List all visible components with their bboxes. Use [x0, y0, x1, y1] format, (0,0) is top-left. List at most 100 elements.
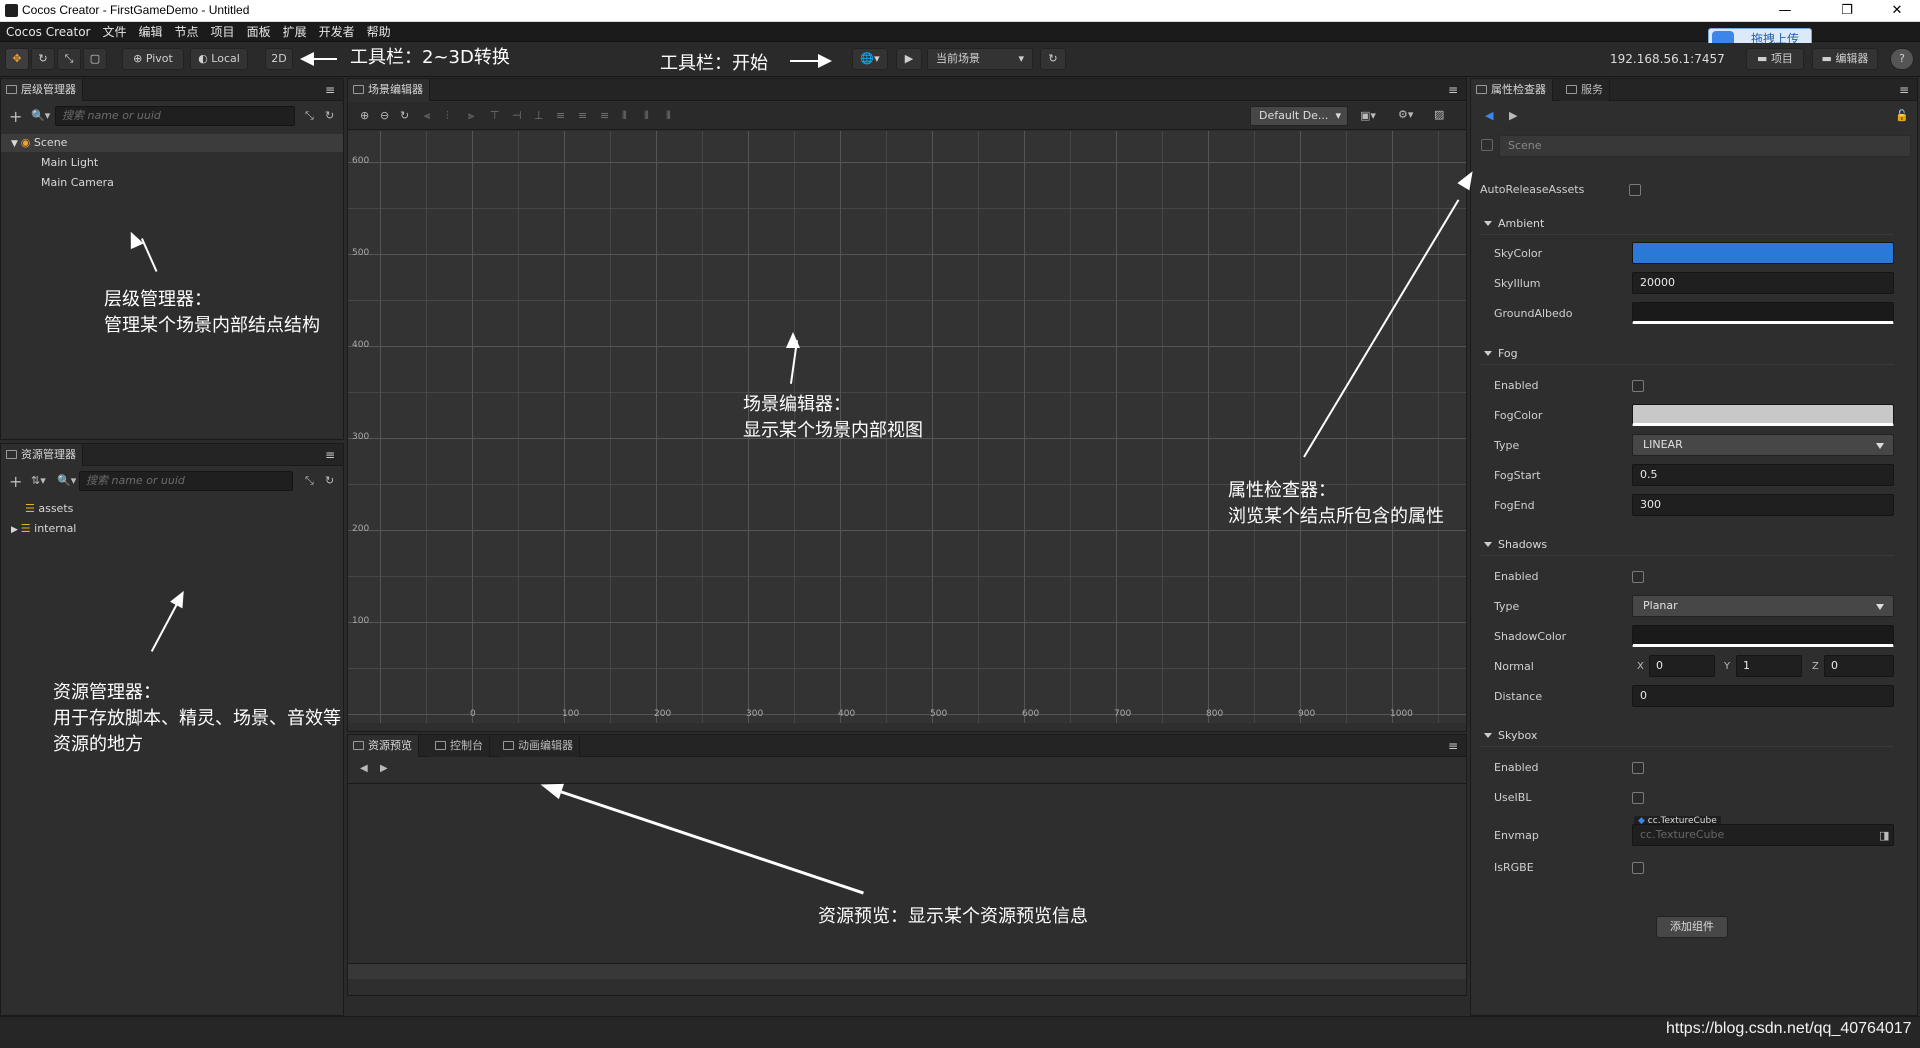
align-left-icon[interactable]: ⫷: [424, 109, 430, 123]
forward-arrow-icon[interactable]: ▶: [1509, 109, 1517, 122]
tab-scene-editor[interactable]: 场景编辑器: [348, 79, 430, 101]
menu-extension[interactable]: 扩展: [277, 22, 313, 42]
tab-services[interactable]: 服务: [1561, 79, 1610, 101]
distribute-bottom-icon[interactable]: ≡: [600, 109, 609, 122]
hamburger-menu-icon[interactable]: ≡: [1448, 83, 1458, 97]
distribute-top-icon[interactable]: ≡: [556, 109, 565, 122]
hamburger-menu-icon[interactable]: ≡: [325, 83, 335, 97]
open-editor-button[interactable]: ▬ 编辑器: [1812, 48, 1878, 70]
section-shadows[interactable]: Shadows: [1484, 538, 1547, 551]
ground-albedo-swatch[interactable]: [1632, 302, 1894, 324]
menu-developer[interactable]: 开发者: [313, 22, 361, 42]
collapse-all-icon[interactable]: ⤡: [305, 474, 314, 488]
fog-start-input[interactable]: 0.5: [1632, 464, 1894, 486]
scale-tool-button[interactable]: ⤡: [57, 48, 81, 70]
close-icon[interactable]: ✕: [1874, 1, 1920, 21]
tab-asset-preview[interactable]: 资源预览: [348, 735, 419, 757]
camera-select[interactable]: Default De... ▾: [1250, 106, 1348, 126]
distribute-center-icon[interactable]: ⦀: [644, 109, 649, 123]
refresh-icon[interactable]: ↻: [325, 109, 334, 122]
mode-2d-button[interactable]: 2D: [265, 48, 293, 70]
distribute-middle-icon[interactable]: ≡: [578, 109, 587, 122]
tree-item-main-light[interactable]: Main Light: [41, 154, 98, 172]
envmap-input[interactable]: cc.TextureCube: [1632, 824, 1894, 846]
add-component-button[interactable]: 添加组件: [1656, 916, 1728, 938]
fog-enabled-checkbox[interactable]: [1632, 380, 1644, 392]
normal-x-input[interactable]: 0: [1649, 655, 1715, 677]
rect-tool-button[interactable]: ▢: [83, 48, 107, 70]
menu-cocos-creator[interactable]: Cocos Creator: [0, 22, 97, 42]
back-arrow-icon[interactable]: ◀: [360, 763, 368, 774]
play-button[interactable]: ▶: [896, 48, 922, 70]
maximize-icon[interactable]: ❐: [1824, 1, 1870, 21]
sort-icon[interactable]: ⇅▾: [31, 474, 46, 487]
sky-color-swatch[interactable]: [1632, 242, 1894, 264]
forward-arrow-icon[interactable]: ▶: [380, 763, 388, 774]
use-ibl-checkbox[interactable]: [1632, 792, 1644, 804]
refresh-icon[interactable]: ↻: [325, 474, 334, 487]
back-arrow-icon[interactable]: ◀: [1485, 109, 1493, 122]
tab-assets[interactable]: 资源管理器: [1, 444, 83, 466]
hamburger-menu-icon[interactable]: ≡: [325, 448, 335, 462]
hamburger-menu-icon[interactable]: ≡: [1448, 739, 1458, 753]
section-fog[interactable]: Fog: [1484, 347, 1518, 360]
skybox-enabled-checkbox[interactable]: [1632, 762, 1644, 774]
search-filter-icon[interactable]: 🔍▾: [57, 474, 76, 487]
local-button[interactable]: ◐ Local: [190, 48, 248, 70]
menu-edit[interactable]: 编辑: [133, 22, 169, 42]
refresh-button[interactable]: ↻: [1040, 48, 1066, 70]
fog-type-select[interactable]: LINEAR: [1632, 434, 1894, 456]
distribute-right-icon[interactable]: ⦀: [666, 109, 671, 123]
lock-icon[interactable]: 🔓: [1895, 109, 1909, 122]
pivot-button[interactable]: ⊕ Pivot: [122, 48, 184, 70]
tree-item-scene[interactable]: ▼ ◉ Scene: [1, 134, 343, 152]
tab-console[interactable]: 控制台: [430, 735, 490, 757]
asset-picker-icon[interactable]: ◨: [1879, 829, 1889, 842]
tab-hierarchy[interactable]: 层级管理器: [1, 79, 83, 101]
menu-panel[interactable]: 面板: [241, 22, 277, 42]
tree-item-assets[interactable]: ☰ assets: [25, 500, 73, 518]
menu-help[interactable]: 帮助: [361, 22, 397, 42]
collapse-all-icon[interactable]: ⤡: [305, 109, 314, 123]
gizmo-settings-icon[interactable]: ▣▾: [1360, 109, 1376, 122]
section-skybox[interactable]: Skybox: [1484, 729, 1537, 742]
reset-view-icon[interactable]: ↻: [400, 109, 409, 122]
settings-gear-icon[interactable]: ⚙▾: [1398, 108, 1413, 121]
platform-select-button[interactable]: 🌐▾: [852, 48, 888, 70]
align-top-icon[interactable]: ⊤: [490, 109, 500, 122]
assets-search-input[interactable]: 搜索 name or uuid: [79, 471, 293, 491]
fog-end-input[interactable]: 300: [1632, 494, 1894, 516]
tree-item-internal[interactable]: ▶ ☰ internal: [11, 520, 76, 538]
align-right-icon[interactable]: ⫸: [468, 109, 474, 123]
shadow-color-swatch[interactable]: [1632, 625, 1894, 647]
menu-node[interactable]: 节点: [169, 22, 205, 42]
minimize-icon[interactable]: —: [1762, 1, 1808, 21]
menu-file[interactable]: 文件: [97, 22, 133, 42]
fog-color-swatch[interactable]: [1632, 404, 1894, 426]
zoom-out-icon[interactable]: ⊖: [380, 109, 389, 122]
help-button[interactable]: ?: [1890, 48, 1914, 70]
align-middle-icon[interactable]: ⊣: [512, 109, 522, 122]
scene-select[interactable]: 当前场景 ▾: [927, 48, 1033, 70]
auto-release-checkbox[interactable]: [1629, 184, 1641, 196]
snapshot-icon[interactable]: ▨: [1434, 108, 1444, 121]
normal-y-input[interactable]: 1: [1736, 655, 1802, 677]
zoom-in-icon[interactable]: ⊕: [360, 109, 369, 122]
tree-item-main-camera[interactable]: Main Camera: [41, 174, 114, 192]
search-filter-icon[interactable]: 🔍▾: [31, 109, 50, 122]
distance-input[interactable]: 0: [1632, 685, 1894, 707]
section-ambient[interactable]: Ambient: [1484, 217, 1544, 230]
distribute-left-icon[interactable]: ⦀: [622, 109, 627, 123]
open-project-button[interactable]: ▬ 项目: [1746, 48, 1804, 70]
add-node-icon[interactable]: +: [9, 107, 22, 126]
shadows-enabled-checkbox[interactable]: [1632, 571, 1644, 583]
hamburger-menu-icon[interactable]: ≡: [1899, 83, 1909, 97]
shadows-type-select[interactable]: Planar: [1632, 595, 1894, 617]
rotate-tool-button[interactable]: ↻: [31, 48, 55, 70]
server-ip[interactable]: 192.168.56.1:7457: [1610, 52, 1725, 66]
tab-inspector[interactable]: 属性检查器: [1471, 79, 1553, 101]
normal-z-input[interactable]: 0: [1824, 655, 1894, 677]
tab-animation-editor[interactable]: 动画编辑器: [498, 735, 580, 757]
is-rgbe-checkbox[interactable]: [1632, 862, 1644, 874]
menu-project[interactable]: 项目: [205, 22, 241, 42]
